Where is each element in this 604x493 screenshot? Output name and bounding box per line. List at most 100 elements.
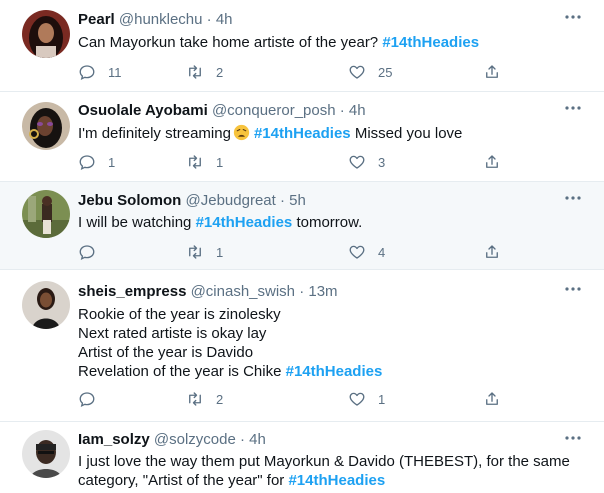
weary-face-emoji-icon [233, 124, 250, 141]
user-handle[interactable]: @Jebudgreat [186, 192, 276, 209]
retweet-button[interactable]: 1 [186, 241, 223, 263]
more-options-icon[interactable] [564, 193, 582, 203]
more-options-icon[interactable] [564, 433, 582, 443]
tweet-header: Osuolale Ayobami @conqueror_posh · 4h [78, 101, 564, 121]
more-options-icon[interactable] [564, 284, 582, 294]
timestamp[interactable]: 4h [249, 431, 266, 448]
tweet-text: Can Mayorkun take home artiste of the ye… [78, 33, 584, 52]
retweet-button[interactable]: 2 [186, 388, 223, 410]
display-name[interactable]: Iam_solzy [78, 431, 150, 448]
hashtag-link[interactable]: #14thHeadies [254, 125, 351, 142]
reply-button[interactable] [78, 241, 108, 263]
like-count: 25 [378, 64, 393, 80]
share-button[interactable] [483, 388, 501, 410]
avatar[interactable] [22, 102, 70, 150]
retweet-count: 2 [216, 64, 224, 80]
tweet-text-line: Artist of the year is Davido [78, 344, 254, 361]
tweet-text-line: Rookie of the year is zinolesky [78, 306, 281, 323]
tweet-text-line: Missed you love [354, 125, 463, 142]
more-options-icon[interactable] [564, 12, 582, 22]
share-button[interactable] [483, 241, 501, 263]
display-name[interactable]: Pearl [78, 11, 115, 28]
tweet-text: I'm definitely streaming #14thHeadies Mi… [78, 124, 584, 143]
share-icon [486, 392, 498, 405]
reply-icon [79, 245, 95, 260]
retweet-button[interactable]: 2 [186, 61, 223, 83]
tweet-text-line: I just love the way them put Mayorkun & … [78, 453, 570, 470]
tweet-feed: Pearl @hunklechu · 4h Can Mayorkun take … [0, 0, 604, 493]
avatar[interactable] [22, 430, 70, 478]
avatar[interactable] [22, 190, 70, 238]
tweet-text-line: tomorrow. [296, 214, 363, 231]
timestamp[interactable]: 4h [349, 102, 366, 119]
share-icon [486, 155, 498, 168]
tweet-text: Rookie of the year is zinolesky Next rat… [78, 305, 584, 381]
like-button[interactable]: 25 [348, 61, 392, 83]
tweet-header: Iam_solzy @solzycode · 4h [78, 430, 564, 450]
timestamp[interactable]: 5h [289, 192, 306, 209]
user-handle[interactable]: @hunklechu [119, 11, 203, 28]
reply-count: 11 [108, 64, 122, 80]
hashtag-link[interactable]: #14thHeadies [196, 214, 293, 231]
retweet-icon [189, 245, 201, 259]
avatar[interactable] [22, 281, 70, 329]
heart-icon [349, 65, 365, 79]
like-count: 1 [378, 391, 386, 407]
reply-count: 1 [108, 154, 116, 170]
action-bar: 1 1 3 [78, 151, 518, 173]
tweet-card[interactable]: Iam_solzy @solzycode · 4h I just love th… [0, 422, 604, 493]
reply-button[interactable]: 1 [78, 151, 115, 173]
retweet-button[interactable]: 1 [186, 151, 223, 173]
display-name[interactable]: sheis_empress [78, 283, 186, 300]
user-handle[interactable]: @solzycode [154, 431, 236, 448]
reply-icon [79, 392, 95, 407]
retweet-icon [189, 65, 201, 79]
user-handle[interactable]: @conqueror_posh [212, 102, 336, 119]
display-name[interactable]: Osuolale Ayobami [78, 102, 208, 119]
tweet-text-line: category, "Artist of the year" for [78, 472, 285, 489]
like-button[interactable]: 1 [348, 388, 385, 410]
action-bar: 11 2 25 [78, 61, 518, 83]
tweet-text-line: Next rated artiste is okay lay [78, 325, 267, 342]
tweet-card[interactable]: Osuolale Ayobami @conqueror_posh · 4h I'… [0, 92, 604, 182]
separator-dot: · [279, 192, 285, 209]
heart-icon [349, 392, 365, 406]
retweet-count: 1 [216, 244, 224, 260]
tweet-header: Jebu Solomon @Jebudgreat · 5h [78, 191, 564, 211]
timestamp[interactable]: 4h [216, 11, 233, 28]
tweet-text: I will be watching #14thHeadies tomorrow… [78, 213, 584, 232]
like-count: 4 [378, 244, 386, 260]
tweet-card[interactable]: sheis_empress @cinash_swish · 13m Rookie… [0, 270, 604, 422]
reply-icon [79, 65, 95, 80]
timestamp[interactable]: 13m [308, 283, 337, 300]
more-options-icon[interactable] [564, 103, 582, 113]
tweet-card[interactable]: Jebu Solomon @Jebudgreat · 5h I will be … [0, 182, 604, 270]
hashtag-link[interactable]: #14thHeadies [288, 472, 385, 489]
reply-button[interactable] [78, 388, 108, 410]
retweet-icon [189, 155, 201, 169]
hashtag-link[interactable]: #14thHeadies [286, 363, 383, 380]
tweet-header: sheis_empress @cinash_swish · 13m [78, 282, 564, 302]
avatar[interactable] [22, 10, 70, 58]
tweet-text-line-with-hashtag: category, "Artist of the year" for #14th… [78, 471, 584, 490]
tweet-text-line: Can Mayorkun take home artiste of the ye… [78, 34, 379, 51]
tweet-card[interactable]: Pearl @hunklechu · 4h Can Mayorkun take … [0, 0, 604, 92]
retweet-icon [189, 392, 201, 406]
separator-dot: · [240, 431, 245, 448]
user-handle[interactable]: @cinash_swish [191, 283, 295, 300]
like-button[interactable]: 4 [348, 241, 385, 263]
reply-button[interactable]: 11 [78, 61, 122, 83]
share-button[interactable] [483, 151, 501, 173]
tweet-text-line-with-hashtag: Revelation of the year is Chike #14thHea… [78, 362, 584, 381]
tweet-text-line: I'm definitely streaming [78, 125, 231, 142]
separator-dot: · [339, 102, 345, 119]
heart-icon [349, 155, 365, 169]
tweet-text: I just love the way them put Mayorkun & … [78, 452, 584, 490]
share-icon [486, 245, 498, 258]
hashtag-link[interactable]: #14thHeadies [382, 34, 479, 51]
like-button[interactable]: 3 [348, 151, 385, 173]
share-button[interactable] [483, 61, 501, 83]
reply-icon [79, 155, 95, 170]
display-name[interactable]: Jebu Solomon [78, 192, 181, 209]
separator-dot: · [206, 11, 212, 28]
